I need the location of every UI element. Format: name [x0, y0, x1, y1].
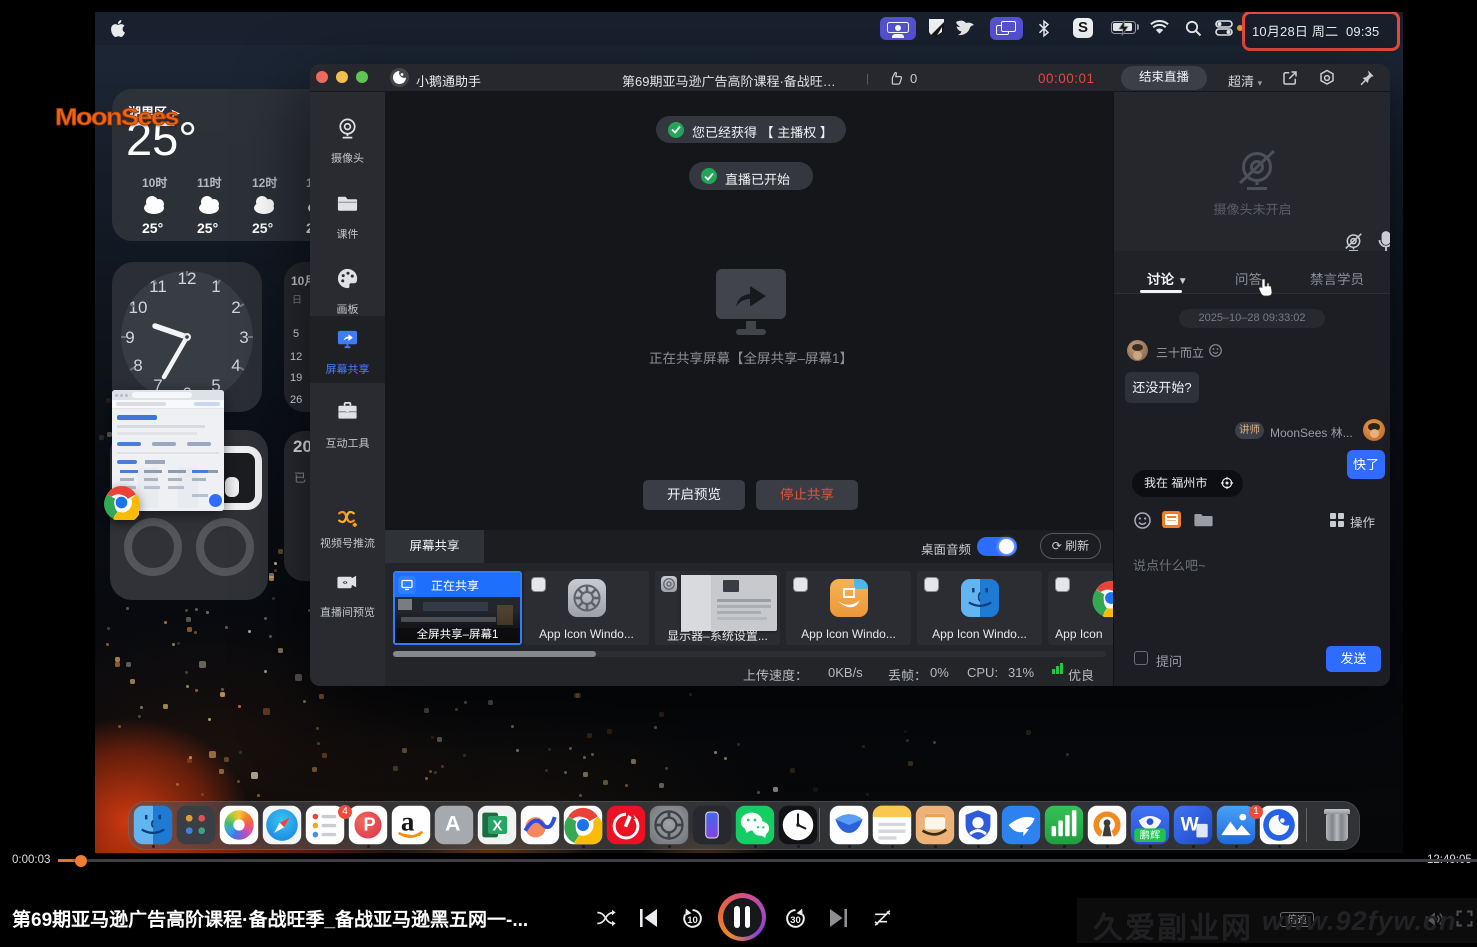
svg-text:9: 9: [125, 328, 134, 347]
svg-text:8: 8: [133, 356, 142, 375]
svg-text:4: 4: [231, 356, 240, 375]
svg-text:10: 10: [129, 298, 148, 317]
svg-text:11: 11: [149, 277, 167, 296]
svg-text:2: 2: [231, 298, 240, 317]
svg-text:3: 3: [239, 328, 248, 347]
